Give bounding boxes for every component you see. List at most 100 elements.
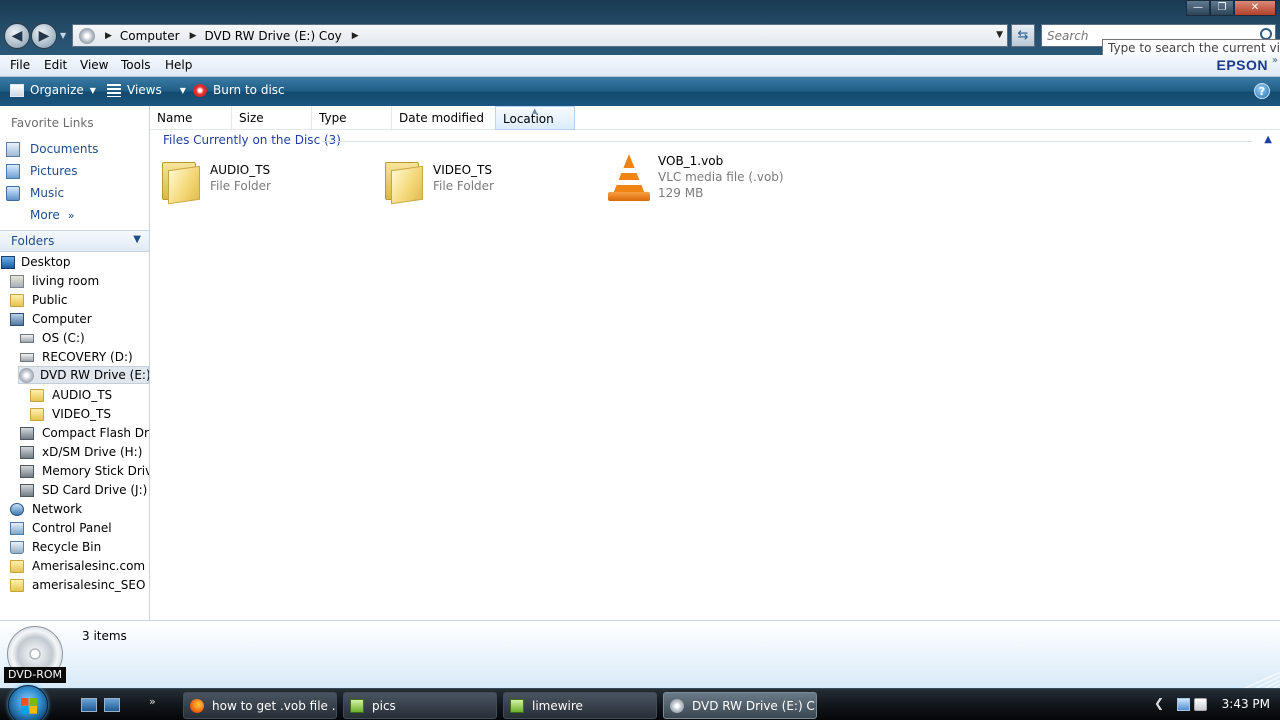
- desktop-icon: [1, 255, 15, 269]
- tree-item-os-c[interactable]: OS (C:): [20, 329, 85, 347]
- views-button[interactable]: Views ▼: [107, 83, 186, 97]
- chevron-right-icon[interactable]: ▶: [352, 31, 359, 41]
- tree-item-label: VIDEO_TS: [52, 407, 111, 421]
- tree-item-network[interactable]: Network: [10, 500, 82, 518]
- tree-item-label: Public: [32, 293, 68, 307]
- minimize-button[interactable]: —: [1186, 0, 1210, 16]
- column-header-label: Location: [503, 112, 554, 126]
- tree-item-computer[interactable]: Computer: [10, 310, 92, 328]
- task-button-firefox[interactable]: how to get .vob file ...: [183, 692, 337, 719]
- task-button-dvd-drive[interactable]: DVD RW Drive (E:) C...: [663, 692, 817, 719]
- favorite-label: Pictures: [30, 164, 78, 178]
- tree-item-xd-sm-drive[interactable]: xD/SM Drive (H:): [20, 443, 142, 461]
- back-button[interactable]: ◀: [4, 23, 30, 49]
- column-header-name[interactable]: Name: [150, 106, 232, 130]
- favorite-documents[interactable]: Documents: [6, 140, 98, 158]
- address-bar[interactable]: ▶ Computer ▶ DVD RW Drive (E:) Coy ▶ ▼: [72, 24, 1008, 47]
- tree-item-control-panel[interactable]: Control Panel: [10, 519, 112, 537]
- column-header-type[interactable]: Type: [312, 106, 392, 130]
- help-button[interactable]: ?: [1254, 83, 1270, 99]
- clock[interactable]: 3:43 PM: [1222, 697, 1270, 711]
- pictures-icon: [6, 163, 20, 179]
- breadcrumb-computer[interactable]: Computer: [120, 29, 180, 43]
- menu-bar: File Edit View Tools Help EPSON »: [0, 55, 1280, 77]
- tree-item-label: Recycle Bin: [32, 540, 102, 554]
- favorite-pictures[interactable]: Pictures: [6, 162, 78, 180]
- tree-item-memory-stick[interactable]: Memory Stick Drive: [20, 462, 149, 480]
- tree-item-amerisalesinc-com[interactable]: Amerisalesinc.com: [10, 557, 145, 575]
- network-icon: [10, 502, 24, 516]
- folders-toggle[interactable]: Folders ▼: [0, 230, 149, 252]
- tree-item-living-room[interactable]: living room: [10, 272, 99, 290]
- favorite-label: Music: [30, 186, 65, 200]
- refresh-button[interactable]: ⇆: [1011, 24, 1035, 47]
- menu-tools[interactable]: Tools: [121, 58, 151, 72]
- tree-item-label: amerisalesinc_SEO: [32, 578, 146, 592]
- file-list-pane: Name Size Type Date modified Location ▲ …: [150, 106, 1280, 620]
- address-dropdown-icon[interactable]: ▼: [996, 30, 1003, 40]
- file-type: File Folder: [210, 179, 271, 193]
- favorites-more[interactable]: More »: [30, 206, 74, 224]
- tree-item-recovery-d[interactable]: RECOVERY (D:): [20, 348, 133, 366]
- task-button-pics[interactable]: pics: [343, 692, 497, 719]
- tree-item-label: AUDIO_TS: [52, 388, 113, 402]
- column-header-location[interactable]: Location ▲: [495, 106, 575, 130]
- file-tile-audio-ts[interactable]: AUDIO_TS File Folder: [160, 158, 271, 205]
- folders-label: Folders: [11, 234, 55, 248]
- breadcrumb-dvd-drive[interactable]: DVD RW Drive (E:) Coy: [205, 29, 342, 43]
- organize-button[interactable]: Organize ▼: [10, 83, 96, 97]
- burn-to-disc-button[interactable]: Burn to disc: [193, 83, 285, 97]
- tree-item-label: Network: [32, 502, 83, 516]
- tree-item-sd-card[interactable]: SD Card Drive (J:): [20, 481, 147, 499]
- card-drive-icon: [20, 483, 34, 497]
- file-tile-video-ts[interactable]: VIDEO_TS File Folder: [383, 158, 494, 205]
- switch-windows-icon[interactable]: [104, 698, 120, 712]
- close-button[interactable]: ✕: [1234, 0, 1276, 16]
- tree-item-compact-flash[interactable]: Compact Flash Drive: [20, 424, 149, 442]
- chevron-left-icon[interactable]: ❮: [1154, 696, 1164, 710]
- tree-item-video-ts[interactable]: VIDEO_TS: [30, 405, 111, 423]
- arrow-left-icon: ◀: [11, 28, 23, 44]
- tree-item-recycle-bin[interactable]: Recycle Bin: [10, 538, 101, 556]
- window-controls: — ❐ ✕: [1186, 0, 1276, 16]
- recycle-bin-icon: [10, 540, 24, 554]
- chevron-double-right-icon[interactable]: »: [149, 695, 156, 708]
- epson-brand-logo[interactable]: EPSON: [1216, 57, 1268, 73]
- network-tray-icon[interactable]: [1177, 698, 1190, 711]
- tree-item-amerisalesinc-seo[interactable]: amerisalesinc_SEO: [10, 576, 145, 594]
- sort-ascending-icon: ▲: [532, 107, 538, 115]
- menu-view[interactable]: View: [80, 58, 108, 72]
- file-tile-vob-1[interactable]: VOB_1.vob VLC media file (.vob) 129 MB: [608, 154, 784, 202]
- group-header[interactable]: Files Currently on the Disc (3): [163, 133, 341, 147]
- forward-button[interactable]: ▶: [31, 23, 57, 49]
- chevron-down-icon: ▼: [133, 234, 141, 245]
- chevron-double-right-icon[interactable]: »: [1272, 55, 1278, 66]
- tree-item-audio-ts[interactable]: AUDIO_TS: [30, 386, 112, 404]
- column-header-date-modified[interactable]: Date modified: [392, 106, 496, 130]
- tree-item-desktop[interactable]: Desktop: [1, 253, 71, 271]
- menu-edit[interactable]: Edit: [44, 58, 67, 72]
- favorite-music[interactable]: Music: [6, 184, 64, 202]
- menu-file[interactable]: File: [10, 58, 30, 72]
- maximize-button[interactable]: ❐: [1210, 0, 1234, 16]
- column-header-size[interactable]: Size: [232, 106, 312, 130]
- tree-item-public[interactable]: Public: [10, 291, 68, 309]
- start-button[interactable]: [8, 685, 48, 720]
- chevron-right-icon[interactable]: ▶: [190, 31, 197, 41]
- task-button-limewire[interactable]: limewire: [503, 692, 657, 719]
- show-desktop-icon[interactable]: [81, 698, 97, 712]
- tree-item-label: SD Card Drive (J:): [42, 483, 148, 497]
- folder-icon: [10, 559, 24, 573]
- chevron-up-icon[interactable]: ▲: [1264, 134, 1272, 145]
- tree-item-label: xD/SM Drive (H:): [42, 445, 143, 459]
- tree-item-dvd-drive[interactable]: DVD RW Drive (E:) C: [18, 366, 149, 384]
- minimize-icon: —: [1193, 2, 1203, 13]
- folder-icon: [383, 158, 423, 205]
- dvd-icon: [19, 367, 34, 383]
- dvd-rom-label: DVD-ROM: [4, 667, 66, 683]
- recent-pages-dropdown-icon[interactable]: ▼: [60, 31, 66, 40]
- chevron-right-icon[interactable]: ▶: [105, 31, 112, 41]
- chevron-double-right-icon: »: [67, 208, 75, 222]
- menu-help[interactable]: Help: [165, 58, 192, 72]
- volume-muted-icon[interactable]: [1194, 698, 1207, 711]
